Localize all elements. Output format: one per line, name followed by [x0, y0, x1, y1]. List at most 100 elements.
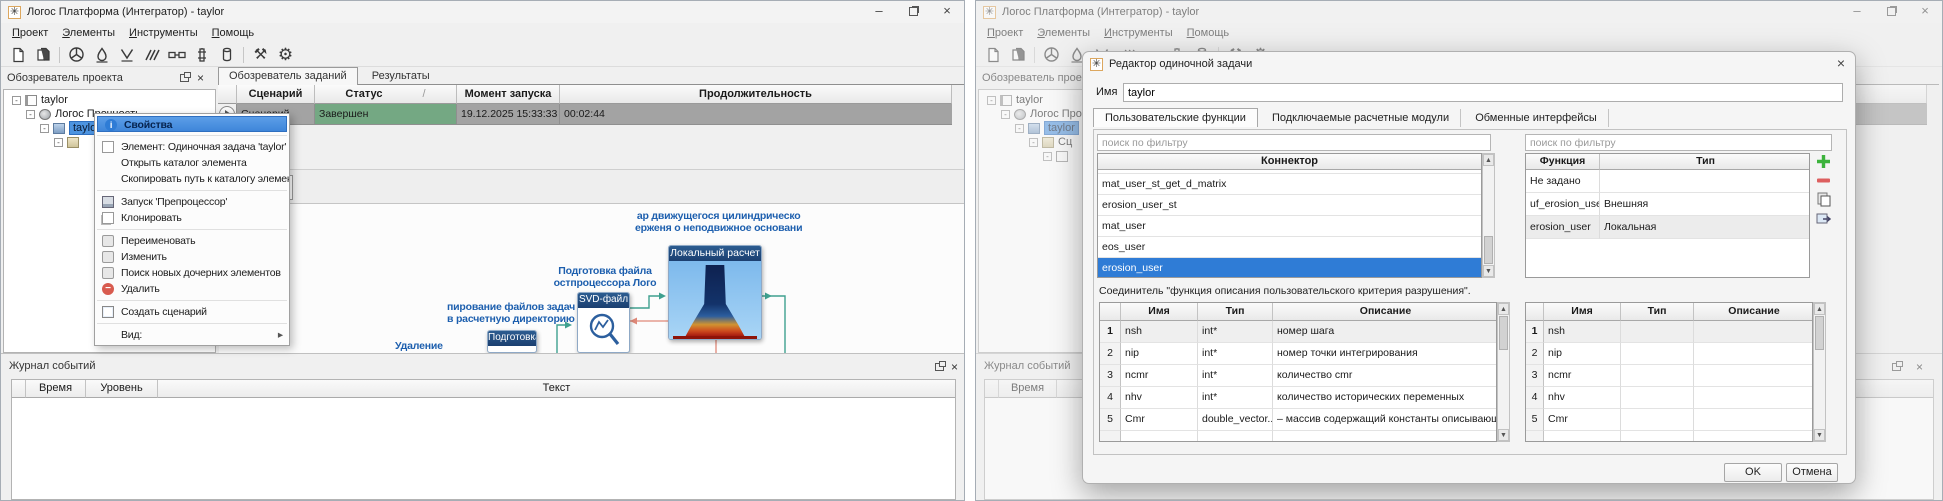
- menu-elements[interactable]: Элементы: [55, 25, 122, 41]
- paste-function-icon[interactable]: [1816, 192, 1831, 207]
- function-col-header[interactable]: Функция: [1526, 154, 1600, 170]
- scroll-up-icon[interactable]: ▲: [1814, 303, 1825, 315]
- menu-project[interactable]: Проект: [980, 25, 1030, 41]
- new-document-icon[interactable]: [980, 44, 1005, 66]
- collapse-icon[interactable]: -: [1029, 138, 1038, 147]
- type-col-header[interactable]: Тип: [1600, 154, 1810, 170]
- scroll-up-icon[interactable]: ▲: [1498, 303, 1509, 315]
- scroll-down-icon[interactable]: ▼: [1814, 429, 1825, 441]
- cancel-button[interactable]: Отмена: [1786, 463, 1838, 482]
- args-header-name[interactable]: Имя: [1544, 303, 1621, 321]
- args-header-type[interactable]: Тип: [1621, 303, 1694, 321]
- collapse-icon[interactable]: -: [1043, 152, 1052, 161]
- menu-tools[interactable]: Инструменты: [1097, 25, 1180, 41]
- tab-results[interactable]: Результаты: [361, 67, 441, 86]
- args-header-desc[interactable]: Описание: [1273, 303, 1497, 321]
- connector-row-selected[interactable]: erosion_user: [1098, 258, 1481, 278]
- menu-elements[interactable]: Элементы: [1030, 25, 1097, 41]
- settings-gear-icon[interactable]: ⚙: [273, 44, 298, 66]
- log-header-time[interactable]: Время: [999, 380, 1057, 398]
- tree-item-project[interactable]: - taylor: [979, 93, 1087, 107]
- copy-document-icon[interactable]: [30, 44, 55, 66]
- cylinder-icon[interactable]: [214, 44, 239, 66]
- scroll-thumb[interactable]: [1499, 316, 1508, 350]
- connector-row[interactable]: mat_user: [1098, 216, 1481, 237]
- menu-item-edit[interactable]: Изменить: [95, 249, 289, 265]
- titlebar[interactable]: ✳ Логос Платформа (Интегратор) - taylor …: [976, 1, 1942, 23]
- dialog-close-icon[interactable]: ×: [1837, 55, 1845, 71]
- connector-row[interactable]: erosion_user_st: [1098, 195, 1481, 216]
- menu-help[interactable]: Помощь: [205, 25, 262, 41]
- args-row[interactable]: 5 Cmr: [1526, 409, 1812, 431]
- connector-row[interactable]: eos_user: [1098, 237, 1481, 258]
- args-header-desc[interactable]: Описание: [1694, 303, 1813, 321]
- args-row[interactable]: 4 nhv: [1526, 387, 1812, 409]
- args-scrollbar[interactable]: ▲ ▼: [1497, 302, 1510, 442]
- function-filter-input[interactable]: [1525, 134, 1832, 151]
- function-row[interactable]: uf_erosion_user Внешняя: [1526, 193, 1809, 216]
- close-button[interactable]: ×: [930, 1, 964, 23]
- collapse-icon[interactable]: -: [26, 110, 35, 119]
- menu-item-properties[interactable]: iСвойства: [97, 116, 287, 132]
- connector-filter-input[interactable]: [1097, 134, 1491, 151]
- tree-item-project[interactable]: - taylor: [4, 93, 215, 107]
- scroll-thumb[interactable]: [1484, 236, 1493, 264]
- jobs-header-scenario[interactable]: Сценарий: [237, 85, 315, 104]
- args-right-scrollbar[interactable]: ▲ ▼: [1813, 302, 1826, 442]
- function-row[interactable]: Не задано: [1526, 170, 1809, 193]
- scroll-down-icon[interactable]: ▼: [1498, 429, 1509, 441]
- float-panel-icon[interactable]: [180, 73, 189, 85]
- scroll-down-icon[interactable]: ▼: [1483, 265, 1494, 277]
- node-prepare[interactable]: Подготовка: [487, 330, 537, 353]
- jobs-header-status[interactable]: Статус/: [315, 85, 457, 104]
- log-header-time[interactable]: Время: [26, 380, 86, 398]
- new-document-icon[interactable]: [5, 44, 30, 66]
- menu-item-rename[interactable]: Переименовать: [95, 233, 289, 249]
- args-row[interactable]: 3 ncmr: [1526, 365, 1812, 387]
- connector-icon[interactable]: [164, 44, 189, 66]
- scroll-thumb[interactable]: [1815, 316, 1824, 350]
- args-row[interactable]: 1 nsh int* номер шага: [1100, 321, 1496, 343]
- valve-icon[interactable]: [114, 44, 139, 66]
- task-name-input[interactable]: [1123, 83, 1843, 102]
- collapse-icon[interactable]: -: [1001, 110, 1010, 119]
- collapse-icon[interactable]: -: [40, 124, 49, 133]
- float-panel-icon[interactable]: [1892, 362, 1901, 374]
- menu-item-open-catalog[interactable]: Открыть каталог элемента: [95, 155, 289, 171]
- dialog-titlebar[interactable]: ✳ Редактор одиночной задачи ×: [1083, 52, 1855, 76]
- ok-button[interactable]: OK: [1724, 463, 1782, 482]
- titlebar[interactable]: ✳ Логос Платформа (Интегратор) - taylor …: [1, 1, 964, 23]
- jobs-header-started[interactable]: Момент запуска: [457, 85, 560, 104]
- remove-function-icon[interactable]: [1816, 173, 1831, 188]
- args-row[interactable]: 1 nsh: [1526, 321, 1812, 343]
- copy-document-icon[interactable]: [1005, 44, 1030, 66]
- minimize-button[interactable]: –: [862, 1, 896, 23]
- tab-exchange-interfaces[interactable]: Обменные интерфейсы: [1464, 109, 1609, 127]
- drop-icon[interactable]: [89, 44, 114, 66]
- menu-item-copy-path[interactable]: Скопировать путь к каталогу элемента: [95, 171, 289, 187]
- args-row[interactable]: 4 nhv int* количество исторических перем…: [1100, 387, 1496, 409]
- import-function-icon[interactable]: [1816, 211, 1831, 226]
- args-header-type[interactable]: Тип: [1198, 303, 1273, 321]
- tree-item-scenarios-folder[interactable]: - Сц: [979, 135, 1087, 149]
- mesh-generator-icon[interactable]: [64, 44, 89, 66]
- event-log-body[interactable]: [12, 398, 955, 499]
- tree-item-logos-strength[interactable]: - Логос Прочность: [979, 107, 1087, 121]
- menu-project[interactable]: Проект: [5, 25, 55, 41]
- clamp-icon[interactable]: [189, 44, 214, 66]
- close-panel-icon[interactable]: ×: [1916, 361, 1923, 373]
- collapse-icon[interactable]: -: [987, 96, 996, 105]
- scroll-up-icon[interactable]: ▲: [1483, 154, 1494, 166]
- collapse-icon[interactable]: -: [1015, 124, 1024, 133]
- collapse-icon[interactable]: -: [12, 96, 21, 105]
- menu-item-element[interactable]: Элемент: Одиночная задача 'taylor' [2]: [95, 139, 289, 155]
- args-header-name[interactable]: Имя: [1121, 303, 1198, 321]
- tab-user-functions[interactable]: Пользовательские функции: [1093, 108, 1258, 127]
- jobs-header-duration[interactable]: Продолжительность: [560, 85, 952, 104]
- args-row[interactable]: 3 ncmr int* количество cmr: [1100, 365, 1496, 387]
- float-panel-icon[interactable]: [935, 362, 944, 374]
- menu-help[interactable]: Помощь: [1180, 25, 1237, 41]
- menu-item-view[interactable]: Вид:▸: [95, 327, 289, 343]
- tab-job-explorer[interactable]: Обозреватель заданий: [218, 67, 358, 86]
- restore-button[interactable]: [1874, 1, 1908, 23]
